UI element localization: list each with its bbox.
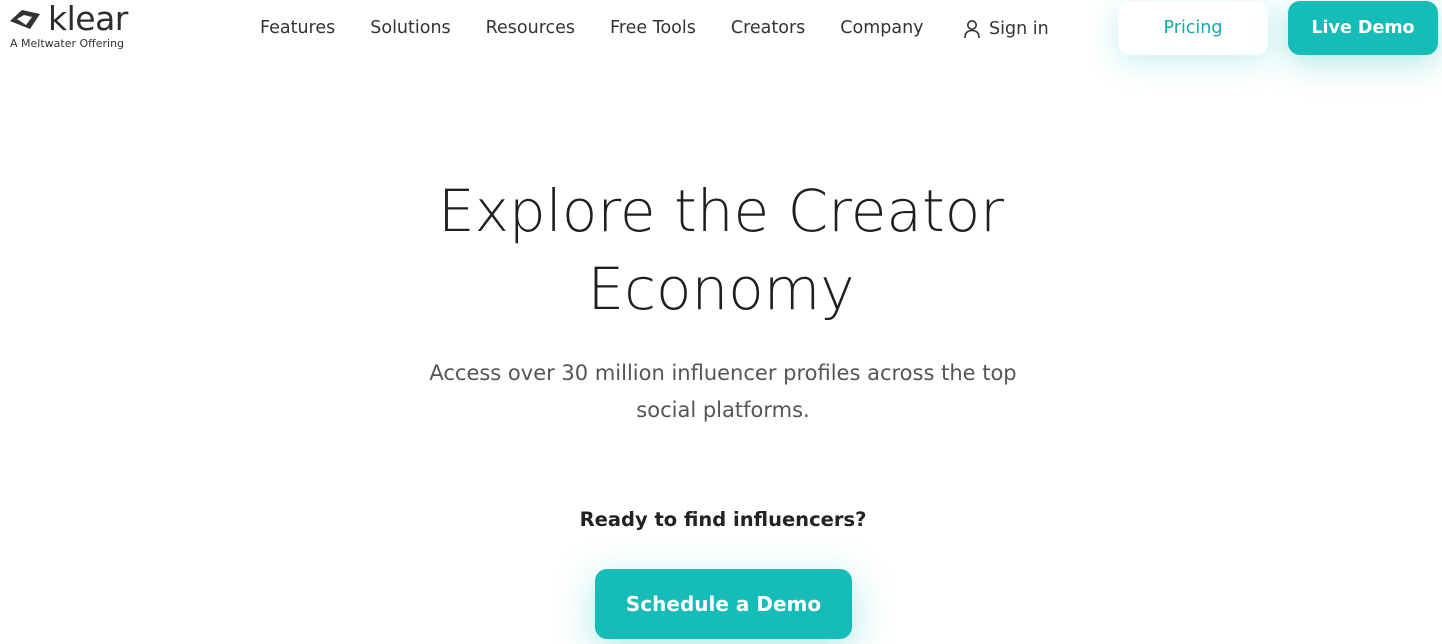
hero-subtitle: Access over 30 million influencer profil…	[429, 361, 1017, 422]
nav-item-free-tools[interactable]: Free Tools	[610, 18, 696, 38]
nav-item-creators[interactable]: Creators	[731, 18, 805, 38]
brand-tagline: A Meltwater Offering	[10, 37, 125, 50]
nav-item-solutions[interactable]: Solutions	[370, 18, 450, 38]
nav-item-company[interactable]: Company	[840, 18, 923, 38]
cta-prompt: Ready to find influencers?	[579, 508, 867, 531]
hero-title: Explore the Creator Economy	[0, 172, 1442, 328]
nav-item-features[interactable]: Features	[260, 18, 335, 38]
klear-logo-icon	[10, 10, 40, 29]
brand-logo[interactable]: klear A Meltwater Offering	[8, 0, 148, 55]
live-demo-button[interactable]: Live Demo	[1288, 1, 1438, 55]
pricing-button[interactable]: Pricing	[1118, 1, 1268, 55]
schedule-demo-button[interactable]: Schedule a Demo	[595, 569, 852, 639]
sign-in-link[interactable]: Sign in	[963, 16, 1049, 42]
user-icon	[964, 20, 980, 39]
nav-item-resources[interactable]: Resources	[486, 18, 575, 38]
hero-title-line-1: Explore the Creator	[437, 177, 1005, 245]
sign-in-label: Sign in	[989, 19, 1049, 39]
main-nav: Features Solutions Resources Free Tools …	[260, 15, 924, 41]
hero-title-line-2: Economy	[587, 255, 855, 323]
page: klear A Meltwater Offering Features Solu…	[0, 0, 1442, 644]
brand-name: klear	[48, 0, 128, 38]
